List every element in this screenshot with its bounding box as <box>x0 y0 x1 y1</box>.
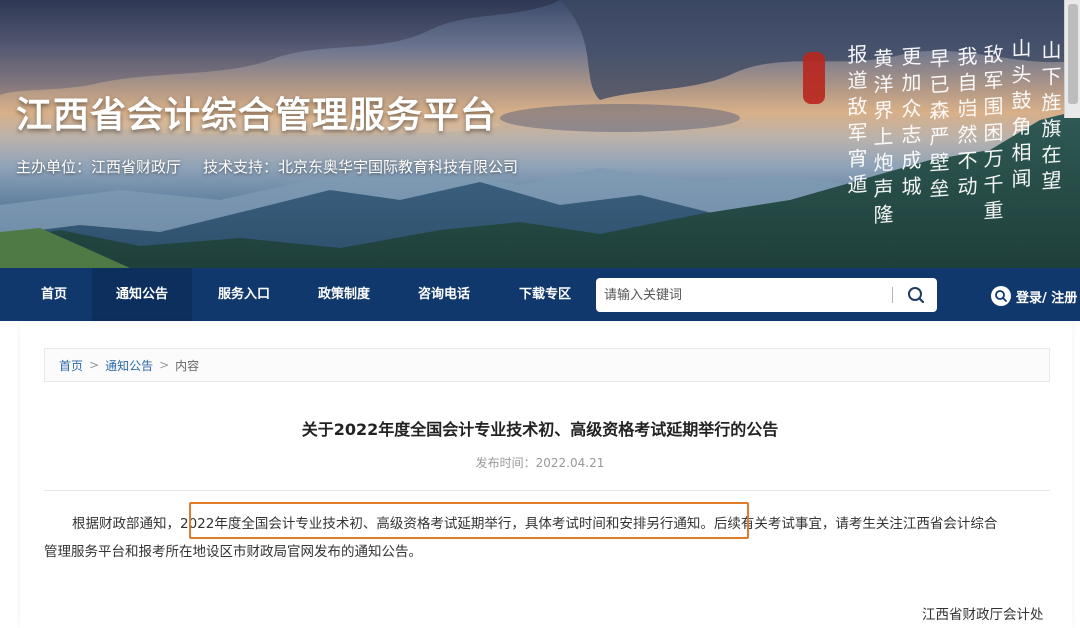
calligraphy-line: 我自岿然不动 <box>954 45 978 203</box>
organizer-text: 主办单位：江西省财政厅 <box>16 158 182 176</box>
body-line-2: 管理服务平台和报考所在地设区市财政局官网发布的通知公告。 <box>44 544 422 560</box>
nav-item-hotline[interactable]: 咨询电话 <box>400 268 488 321</box>
user-icon <box>991 286 1011 306</box>
breadcrumb-notices[interactable]: 通知公告 <box>105 357 153 374</box>
calligraphy-line: 敌军围困万千重 <box>980 43 1004 227</box>
search-button[interactable] <box>900 280 932 310</box>
calligraphy-line: 山下旌旗在望 <box>1038 39 1062 197</box>
breadcrumb-separator: > <box>89 358 100 372</box>
article-title: 关于2022年度全国会计专业技术初、高级资格考试延期举行的公告 <box>301 420 779 439</box>
breadcrumb-home[interactable]: 首页 <box>59 357 83 374</box>
publish-date: 发布时间：2022.04.21 <box>475 456 605 470</box>
search-divider <box>892 287 893 303</box>
calligraphy-line: 黄洋界上炮声隆 <box>870 47 894 231</box>
header-banner: 山下旌旗在望 山头鼓角相闻 敌军围困万千重 我自岿然不动 早已森严壁垒 更加众志… <box>0 0 1080 268</box>
login-register-link[interactable]: 登录/ 注册 <box>990 284 1077 308</box>
calligraphy-line: 早已森严壁垒 <box>926 47 950 205</box>
article-signature: 江西省财政厅会计处 <box>922 607 1044 623</box>
title-divider <box>44 490 1050 491</box>
body-text-part1: 根据财政部通知， <box>72 516 180 532</box>
site-title: 江西省会计综合管理服务平台 <box>16 95 498 136</box>
nav-item-downloads[interactable]: 下载专区 <box>501 268 589 321</box>
site-subtitle: 主办单位：江西省财政厅 技术支持：北京东奥华宇国际教育科技有限公司 <box>16 156 518 177</box>
search-box <box>596 278 937 312</box>
nav-item-home[interactable]: 首页 <box>22 268 86 321</box>
calligraphy-line: 更加众志成城 <box>898 45 922 203</box>
breadcrumb: 首页 > 通知公告 > 内容 <box>44 348 1050 382</box>
calligraphy-line: 山头鼓角相闻 <box>1008 37 1032 195</box>
nav-item-notices[interactable]: 通知公告 <box>92 268 192 321</box>
search-icon <box>908 287 925 304</box>
scrollbar-thumb[interactable] <box>1068 4 1078 104</box>
breadcrumb-current: 内容 <box>175 358 200 373</box>
login-label: 登录/ 注册 <box>1016 290 1078 306</box>
tech-support-text: 技术支持：北京东奥华宇国际教育科技有限公司 <box>203 158 519 176</box>
scrollbar[interactable] <box>1064 0 1080 118</box>
breadcrumb-separator: > <box>159 358 170 372</box>
search-input[interactable] <box>604 278 884 312</box>
nav-item-policies[interactable]: 政策制度 <box>300 268 388 321</box>
highlight-annotation-box <box>189 502 749 539</box>
body-text-part2: 后续有关考试事宜，请考生关注江西省会计综合 <box>713 516 998 532</box>
calligraphy-line: 报道敌军宵遁 <box>844 43 868 201</box>
red-seal-stamp <box>803 52 825 104</box>
nav-item-services[interactable]: 服务入口 <box>200 268 288 321</box>
